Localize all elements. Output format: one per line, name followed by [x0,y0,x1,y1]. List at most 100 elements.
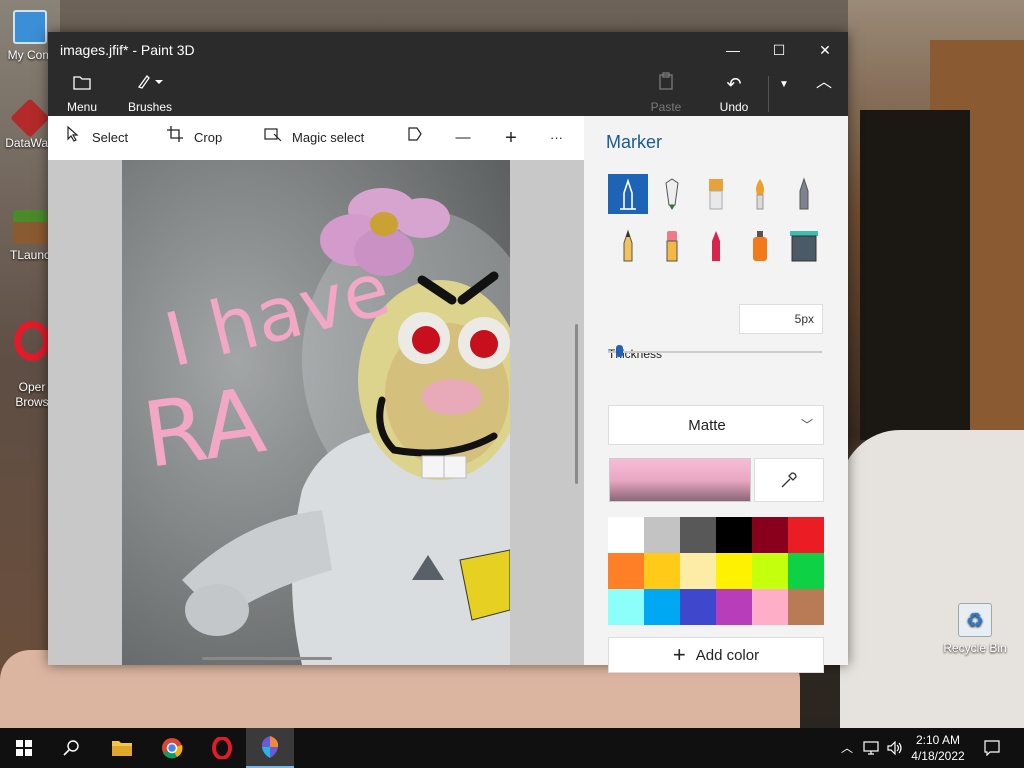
undo-icon: ↶ [726,74,742,94]
brush-icon [126,72,174,96]
show-hidden-icons-button[interactable]: ︿ [838,728,856,768]
canvas-area[interactable]: I have RA [48,160,584,665]
start-icon [16,740,32,756]
notification-icon [984,740,1000,756]
color-swatch[interactable] [788,553,824,589]
brush-pixel-pen[interactable] [784,174,824,214]
title-bar[interactable]: images.jfif* - Paint 3D — ☐ ✕ [48,32,848,68]
drawing-canvas[interactable]: I have RA [122,160,510,665]
taskbar-file-explorer[interactable] [98,728,146,768]
chevron-down-icon: ▼ [779,79,789,90]
select-label: Select [92,130,129,145]
minimize-button[interactable]: — [710,32,756,68]
color-swatch[interactable] [716,517,752,553]
clock-time: 2:10 AM [915,733,961,747]
color-swatch[interactable] [680,589,716,625]
select-tool[interactable]: Select [64,116,128,160]
paste-icon [646,72,686,96]
menu-label: Menu [66,100,98,114]
color-swatch[interactable] [752,553,788,589]
taskbar-clock[interactable]: 2:10 AM 4/18/2022 [906,732,970,764]
file-explorer-icon [112,741,132,756]
pencil-icon [623,229,633,262]
clock-date: 4/18/2022 [911,749,965,763]
panel-title: Marker [606,132,663,152]
current-color-swatch[interactable] [609,458,751,502]
desktop-icon-label: My Com [7,48,53,62]
maximize-button[interactable]: ☐ [756,32,802,68]
handwriting-line2: RA [137,368,272,489]
color-swatch[interactable] [788,517,824,553]
brush-marker[interactable] [608,174,648,214]
paint-3d-icon [261,736,279,758]
color-swatch[interactable] [716,553,752,589]
desktop-icon-label: Recycle Bin [943,641,1007,655]
wallpaper-plush [840,430,1024,728]
brush-crayon[interactable] [696,226,736,266]
color-palette [608,517,824,625]
brush-watercolor[interactable] [740,174,780,214]
taskbar-opera[interactable] [198,728,246,768]
brush-eraser[interactable] [652,226,692,266]
taskbar-chrome[interactable] [148,728,196,768]
add-color-label: Add color [695,646,760,664]
desktop-icon-recycle-bin[interactable]: ♻ Recycle Bin [940,603,1010,655]
color-swatch[interactable] [716,589,752,625]
volume-button[interactable] [884,728,906,768]
zoom-out-button[interactable]: — [454,116,482,160]
magic-select-icon [264,116,282,160]
finish-dropdown[interactable]: Matte ﹀ [608,405,824,445]
start-button[interactable] [0,728,48,768]
thickness-input[interactable]: 5px [739,304,823,334]
spray-can-icon [753,231,767,261]
color-swatch[interactable] [680,517,716,553]
color-swatch[interactable] [608,553,644,589]
search-button[interactable] [48,728,96,768]
crayon-icon [712,231,720,261]
opera-icon [212,737,232,759]
flip-tool[interactable] [406,116,434,160]
magic-select-tool[interactable]: Magic select [264,116,364,160]
brushes-label: Brushes [127,100,173,114]
brush-fill[interactable] [784,226,824,266]
folder-icon [60,72,104,96]
pixel-pen-icon [799,177,809,210]
brush-calligraphy-pen[interactable] [652,174,692,214]
brush-spray-can[interactable] [740,226,780,266]
action-center-button[interactable] [978,728,1006,768]
crop-tool[interactable]: Crop [166,116,222,160]
color-swatch[interactable] [752,517,788,553]
chevron-up-icon: ︿ [815,74,832,91]
color-swatch[interactable] [680,553,716,589]
color-swatch[interactable] [644,589,680,625]
color-swatch[interactable] [752,589,788,625]
crop-label: Crop [194,130,223,145]
chevron-up-icon: ︿ [840,741,853,755]
brush-pencil[interactable] [608,226,648,266]
minimize-icon: — [726,42,740,58]
more-options-button[interactable]: ··· [550,116,563,160]
zoom-in-button[interactable]: + [502,116,530,160]
taskbar-paint-3d[interactable] [246,728,294,768]
vertical-scrollbar[interactable] [575,324,578,484]
desktop-icon-label: TLaunc [9,248,51,262]
thickness-slider-handle[interactable] [615,345,623,357]
thickness-slider-track[interactable] [608,351,822,353]
paint3d-window: images.jfif* - Paint 3D — ☐ ✕ Menu Brush… [48,32,848,673]
cursor-icon [64,116,82,160]
eyedropper-button[interactable] [754,458,824,502]
color-swatch[interactable] [608,517,644,553]
network-button[interactable] [860,728,882,768]
add-color-button[interactable]: + Add color [608,637,824,673]
close-button[interactable]: ✕ [802,32,848,68]
flag-icon [406,116,424,160]
maximize-icon: ☐ [772,42,786,58]
horizontal-scrollbar[interactable] [202,657,332,660]
chevron-down-icon: ﹀ [800,418,813,432]
brush-oil[interactable] [696,174,736,214]
color-swatch[interactable] [644,517,680,553]
taskbar: ︿ 2:10 AM 4/18/2022 [0,728,1024,768]
color-swatch[interactable] [608,589,644,625]
color-swatch[interactable] [788,589,824,625]
color-swatch[interactable] [644,553,680,589]
